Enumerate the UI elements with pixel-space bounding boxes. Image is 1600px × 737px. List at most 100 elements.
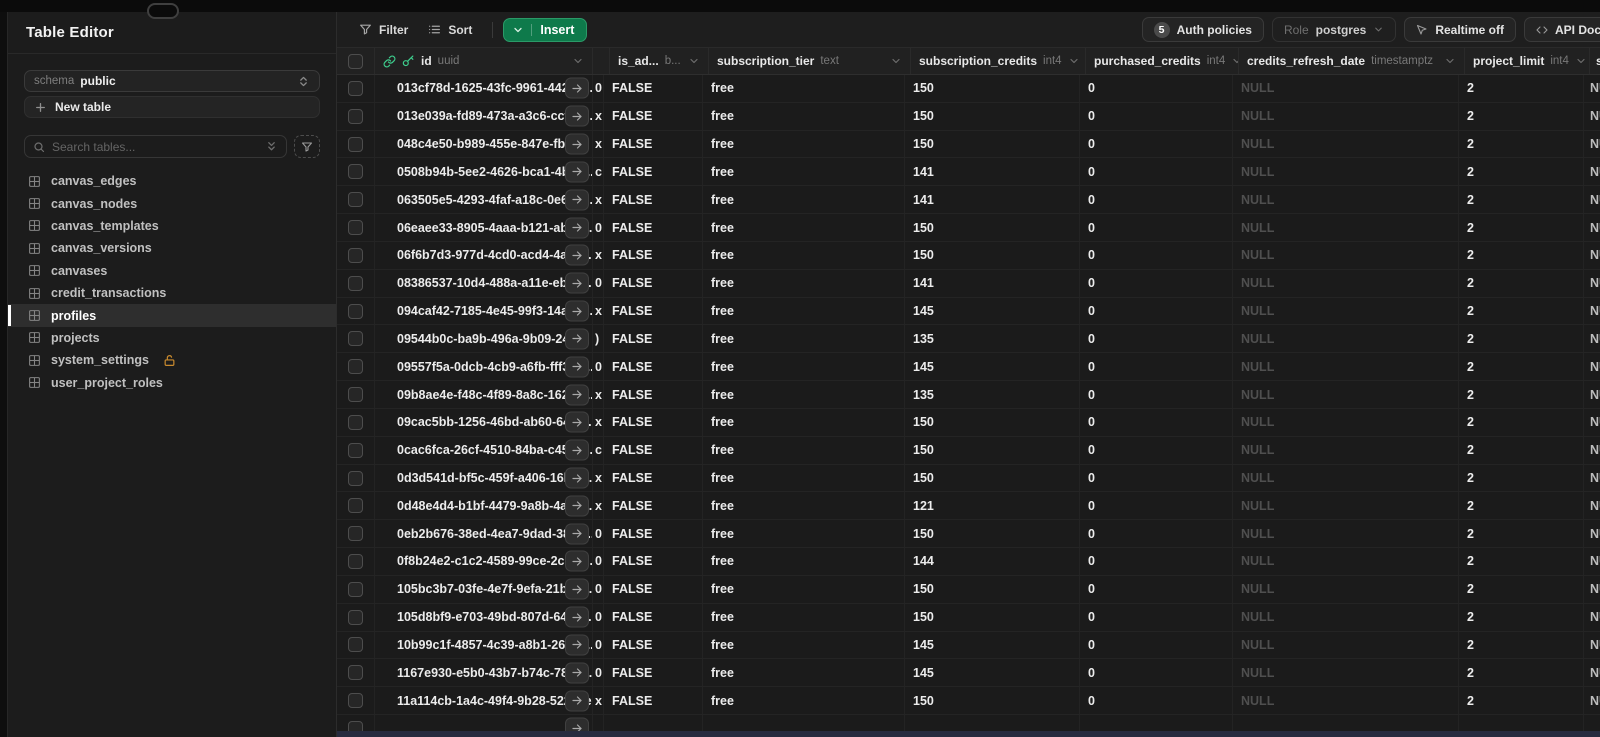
cell-id[interactable]: 094caf42-7185-4e45-99f3-14abee...: [375, 297, 593, 325]
cell-purchased[interactable]: 0: [1080, 158, 1233, 186]
cell-last[interactable]: NULL: [1584, 520, 1600, 547]
filter-button[interactable]: Filter: [349, 17, 418, 43]
expand-row-button[interactable]: [565, 717, 589, 731]
cell-refresh[interactable]: [1233, 715, 1459, 731]
table-row[interactable]: 063505e5-4293-4faf-a18c-0e65b... x FALSE fr…: [337, 186, 1600, 215]
cell-limit[interactable]: 2: [1459, 186, 1584, 214]
cell-last[interactable]: NULL: [1584, 465, 1600, 492]
cell-is_admin[interactable]: FALSE: [604, 520, 703, 548]
role-selector-button[interactable]: Role postgres: [1271, 17, 1397, 42]
table-row[interactable]: 0d48e4d4-b1bf-4479-9a8b-4a4b... x FALSE fre…: [337, 492, 1600, 521]
cell-purchased[interactable]: 0: [1080, 631, 1233, 659]
cell-purchased[interactable]: 0: [1080, 269, 1233, 297]
cell-tier[interactable]: free: [703, 381, 905, 408]
sidebar-item-canvas_templates[interactable]: canvas_templates: [8, 215, 336, 237]
expand-row-button[interactable]: [565, 133, 589, 155]
cell-frag[interactable]: 0: [593, 269, 604, 297]
cell-limit[interactable]: 2: [1459, 548, 1584, 575]
cell-sub_credits[interactable]: 150: [905, 603, 1080, 631]
cell-purchased[interactable]: 0: [1080, 436, 1233, 464]
cell-is_admin[interactable]: FALSE: [604, 353, 703, 381]
cell-id[interactable]: 105bc3b7-03fe-4e7f-9efa-21bb40...: [375, 575, 593, 603]
cell-purchased[interactable]: 0: [1080, 575, 1233, 603]
cell-sub_credits[interactable]: 150: [905, 408, 1080, 436]
cell-limit[interactable]: 2: [1459, 130, 1584, 158]
cell-last[interactable]: NULL: [1584, 492, 1600, 519]
row-checkbox[interactable]: [348, 275, 363, 291]
cell-sub_credits[interactable]: 145: [905, 297, 1080, 325]
cell-last[interactable]: NULL: [1584, 131, 1600, 158]
row-checkbox[interactable]: [348, 637, 363, 653]
table-row[interactable]: 105bc3b7-03fe-4e7f-9efa-21bb40... 0 FALSE f…: [337, 575, 1600, 604]
cell-last[interactable]: NULL: [1584, 409, 1600, 436]
cell-refresh[interactable]: NULL: [1233, 297, 1459, 325]
cell-purchased[interactable]: 0: [1080, 548, 1233, 575]
cell-frag[interactable]: 0: [593, 631, 604, 659]
cell-id[interactable]: 06f6b7d3-977d-4cd0-acd4-4a78...: [375, 241, 593, 269]
cell-limit[interactable]: 2: [1459, 687, 1584, 715]
expand-row-button[interactable]: [565, 300, 589, 322]
cell-tier[interactable]: [703, 715, 905, 731]
schema-select[interactable]: schema public: [24, 70, 320, 92]
column-header-refresh[interactable]: credits_refresh_date timestamptz: [1239, 48, 1465, 74]
table-row[interactable]: 06eaee33-8905-4aaa-b121-ab552... 0 FALSE fr…: [337, 214, 1600, 242]
sort-button[interactable]: Sort: [418, 17, 482, 43]
cell-sub_credits[interactable]: 141: [905, 269, 1080, 297]
cell-last[interactable]: [1584, 715, 1600, 731]
cell-is_admin[interactable]: FALSE: [604, 603, 703, 631]
cell-purchased[interactable]: 0: [1080, 603, 1233, 631]
table-row[interactable]: 0508b94b-5ee2-4626-bca1-4bca... c FALSE fre…: [337, 158, 1600, 187]
cell-refresh[interactable]: NULL: [1233, 102, 1459, 130]
column-header-is_admin[interactable]: is_ad... b...: [610, 48, 709, 74]
cell-is_admin[interactable]: FALSE: [604, 158, 703, 186]
cell-frag[interactable]: x: [593, 408, 604, 436]
column-header-checkbox[interactable]: [337, 48, 375, 74]
cell-frag[interactable]: x: [593, 687, 604, 715]
cell-id[interactable]: 063505e5-4293-4faf-a18c-0e65b...: [375, 186, 593, 214]
cell-id[interactable]: 013cf78d-1625-43fc-9961-442189...: [375, 75, 593, 102]
cell-id[interactable]: 0d3d541d-bf5c-459f-a406-16b93...: [375, 464, 593, 492]
row-checkbox[interactable]: [348, 693, 363, 709]
cell-is_admin[interactable]: FALSE: [604, 492, 703, 520]
search-box[interactable]: [24, 135, 287, 158]
row-checkbox[interactable]: [348, 387, 363, 403]
cell-sub_credits[interactable]: 150: [905, 575, 1080, 603]
realtime-toggle-button[interactable]: Realtime off: [1404, 17, 1516, 42]
cell-last[interactable]: NULL: [1584, 103, 1600, 130]
column-header-sub_credits[interactable]: subscription_credits int4: [911, 48, 1086, 74]
cell-is_admin[interactable]: FALSE: [604, 464, 703, 492]
cell-refresh[interactable]: NULL: [1233, 130, 1459, 158]
cell-purchased[interactable]: 0: [1080, 241, 1233, 269]
row-checkbox[interactable]: [348, 331, 363, 347]
cell-is_admin[interactable]: FALSE: [604, 575, 703, 603]
cell-purchased[interactable]: 0: [1080, 520, 1233, 548]
cell-id[interactable]: 08386537-10d4-488a-a11e-eb5a6...: [375, 269, 593, 297]
cell-sub_credits[interactable]: 150: [905, 130, 1080, 158]
cell-purchased[interactable]: 0: [1080, 381, 1233, 408]
sidebar-item-system_settings[interactable]: system_settings: [8, 349, 336, 371]
cell-refresh[interactable]: NULL: [1233, 381, 1459, 408]
table-row[interactable]: 105d8bf9-e703-49bd-807d-645e... 0 FALSE fre…: [337, 603, 1600, 632]
cell-limit[interactable]: 2: [1459, 75, 1584, 102]
cell-limit[interactable]: [1459, 715, 1584, 731]
cell-last[interactable]: NULL: [1584, 381, 1600, 408]
cell-refresh[interactable]: NULL: [1233, 353, 1459, 381]
cell-limit[interactable]: 2: [1459, 158, 1584, 186]
cell-last[interactable]: NULL: [1584, 659, 1600, 686]
table-row[interactable]: 11a114cb-1a4c-49f4-9b28-52219ec... x FALSE…: [337, 687, 1600, 716]
column-header-id[interactable]: id uuid: [375, 48, 593, 74]
cell-purchased[interactable]: 0: [1080, 214, 1233, 241]
row-checkbox[interactable]: [348, 414, 363, 430]
cell-frag[interactable]: 0: [593, 353, 604, 381]
cell-limit[interactable]: 2: [1459, 214, 1584, 241]
cell-limit[interactable]: 2: [1459, 381, 1584, 408]
cell-purchased[interactable]: 0: [1080, 492, 1233, 520]
expand-row-button[interactable]: [565, 105, 589, 127]
cell-sub_credits[interactable]: 135: [905, 325, 1080, 353]
row-checkbox[interactable]: [348, 498, 363, 514]
expand-row-button[interactable]: [565, 550, 589, 572]
cell-tier[interactable]: free: [703, 269, 905, 297]
sidebar-item-credit_transactions[interactable]: credit_transactions: [8, 282, 336, 304]
column-header-frag[interactable]: [593, 48, 610, 74]
sidebar-item-projects[interactable]: projects: [8, 327, 336, 349]
